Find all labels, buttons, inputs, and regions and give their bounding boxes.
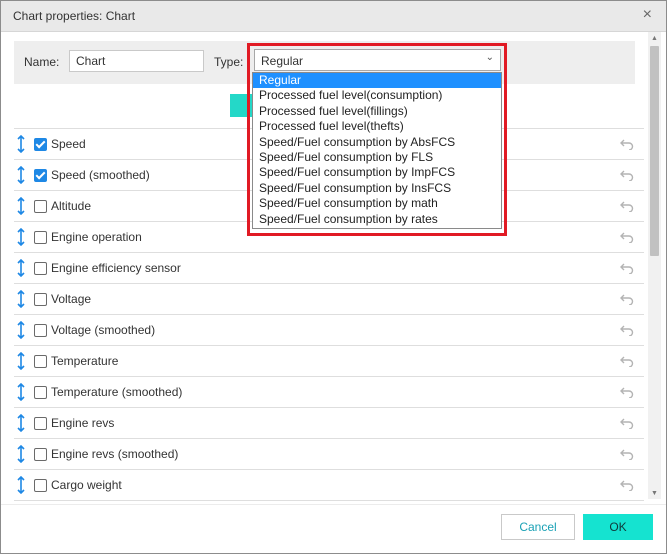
series-label: Engine revs — [51, 416, 115, 430]
reset-icon[interactable] — [620, 231, 634, 243]
type-option[interactable]: Speed/Fuel consumption by AbsFCS — [253, 135, 501, 150]
drag-handle-icon[interactable] — [16, 476, 26, 494]
series-checkbox[interactable] — [34, 479, 47, 492]
reset-icon[interactable] — [620, 324, 634, 336]
series-checkbox[interactable] — [34, 169, 47, 182]
type-option[interactable]: Speed/Fuel consumption by FLS — [253, 150, 501, 165]
series-checkbox[interactable] — [34, 324, 47, 337]
series-label: Voltage (smoothed) — [51, 323, 156, 337]
drag-handle-icon[interactable] — [16, 445, 26, 463]
ok-button[interactable]: OK — [583, 514, 653, 540]
chevron-down-icon: ⌄ — [485, 52, 494, 63]
cancel-button[interactable]: Cancel — [501, 514, 575, 540]
drag-handle-icon[interactable] — [16, 259, 26, 277]
list-item[interactable]: Temperature — [14, 346, 644, 377]
series-checkbox[interactable] — [34, 293, 47, 306]
close-icon[interactable]: × — [643, 6, 652, 24]
type-option[interactable]: Speed/Fuel consumption by rates — [253, 212, 501, 227]
dialog-titlebar: Chart properties: Chart × — [1, 1, 666, 32]
reset-icon[interactable] — [620, 200, 634, 212]
series-checkbox[interactable] — [34, 200, 47, 213]
drag-handle-icon[interactable] — [16, 135, 26, 153]
series-checkbox[interactable] — [34, 262, 47, 275]
type-label: Type: — [214, 55, 244, 69]
dialog-title: Chart properties: Chart — [13, 9, 136, 23]
series-label: Cargo weight — [51, 478, 122, 492]
series-checkbox[interactable] — [34, 138, 47, 151]
drag-handle-icon[interactable] — [16, 197, 26, 215]
series-label: Altitude — [51, 199, 92, 213]
series-checkbox[interactable] — [34, 355, 47, 368]
series-label: Voltage — [51, 292, 92, 306]
list-item[interactable]: Engine efficiency sensor — [14, 253, 644, 284]
footer-divider — [1, 504, 666, 505]
type-option[interactable]: Speed/Fuel consumption by math — [253, 196, 501, 211]
list-item[interactable]: Engine revs (smoothed) — [14, 439, 644, 470]
type-option[interactable]: Processed fuel level(consumption) — [253, 88, 501, 103]
scroll-up-arrow-icon[interactable]: ▲ — [651, 35, 658, 42]
reset-icon[interactable] — [620, 262, 634, 274]
type-select-value: Regular — [261, 54, 304, 68]
type-option[interactable]: Processed fuel level(thefts) — [253, 119, 501, 134]
reset-icon[interactable] — [620, 293, 634, 305]
drag-handle-icon[interactable] — [16, 228, 26, 246]
drag-handle-icon[interactable] — [16, 290, 26, 308]
series-checkbox[interactable] — [34, 386, 47, 399]
series-label: Speed — [51, 137, 86, 151]
series-label: Engine operation — [51, 230, 142, 244]
series-label: Speed (smoothed) — [51, 168, 150, 182]
reset-icon[interactable] — [620, 386, 634, 398]
list-item[interactable]: Engine revs — [14, 408, 644, 439]
series-label: Engine revs (smoothed) — [51, 447, 179, 461]
drag-handle-icon[interactable] — [16, 352, 26, 370]
type-option[interactable]: Regular — [253, 73, 501, 89]
series-label: Engine efficiency sensor — [51, 261, 181, 275]
reset-icon[interactable] — [620, 479, 634, 491]
type-select[interactable]: Regular ⌄ — [254, 49, 501, 71]
series-checkbox[interactable] — [34, 448, 47, 461]
series-label: Temperature (smoothed) — [51, 385, 183, 399]
reset-icon[interactable] — [620, 448, 634, 460]
list-item[interactable]: Cargo weight — [14, 470, 644, 501]
type-option[interactable]: Speed/Fuel consumption by InsFCS — [253, 181, 501, 196]
scroll-down-arrow-icon[interactable]: ▼ — [651, 490, 658, 497]
list-item[interactable]: Voltage — [14, 284, 644, 315]
name-label: Name: — [24, 55, 60, 69]
scrollbar-thumb[interactable] — [650, 46, 659, 256]
list-item[interactable]: Temperature (smoothed) — [14, 377, 644, 408]
name-input[interactable] — [69, 50, 204, 72]
drag-handle-icon[interactable] — [16, 414, 26, 432]
drag-handle-icon[interactable] — [16, 166, 26, 184]
list-item[interactable]: Voltage (smoothed) — [14, 315, 644, 346]
reset-icon[interactable] — [620, 138, 634, 150]
reset-icon[interactable] — [620, 169, 634, 181]
reset-icon[interactable] — [620, 355, 634, 367]
series-checkbox[interactable] — [34, 231, 47, 244]
reset-icon[interactable] — [620, 417, 634, 429]
series-checkbox[interactable] — [34, 417, 47, 430]
drag-handle-icon[interactable] — [16, 383, 26, 401]
drag-handle-icon[interactable] — [16, 321, 26, 339]
scrollbar[interactable]: ▲ ▼ — [648, 32, 661, 499]
type-option[interactable]: Speed/Fuel consumption by ImpFCS — [253, 165, 501, 180]
series-label: Temperature — [51, 354, 119, 368]
type-option[interactable]: Processed fuel level(fillings) — [253, 104, 501, 119]
type-dropdown-list: Regular Processed fuel level(consumption)… — [252, 72, 502, 229]
